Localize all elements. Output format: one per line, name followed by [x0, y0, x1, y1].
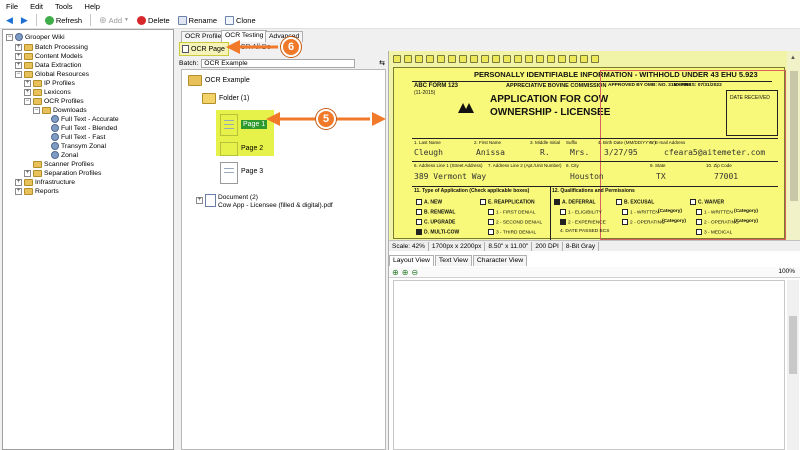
callout-5-badge: 5: [316, 109, 336, 129]
callout-6-badge: 6: [281, 37, 301, 57]
arrow-5-head-right: [372, 112, 386, 126]
annotation-overlay: [226, 40, 386, 126]
arrow-5-head-left: [266, 112, 280, 126]
app-window: File Edit Tools Help ◀ ▶ Refresh ⊕ Add ▼ D…: [0, 0, 800, 450]
arrow-6-head: [226, 40, 240, 54]
